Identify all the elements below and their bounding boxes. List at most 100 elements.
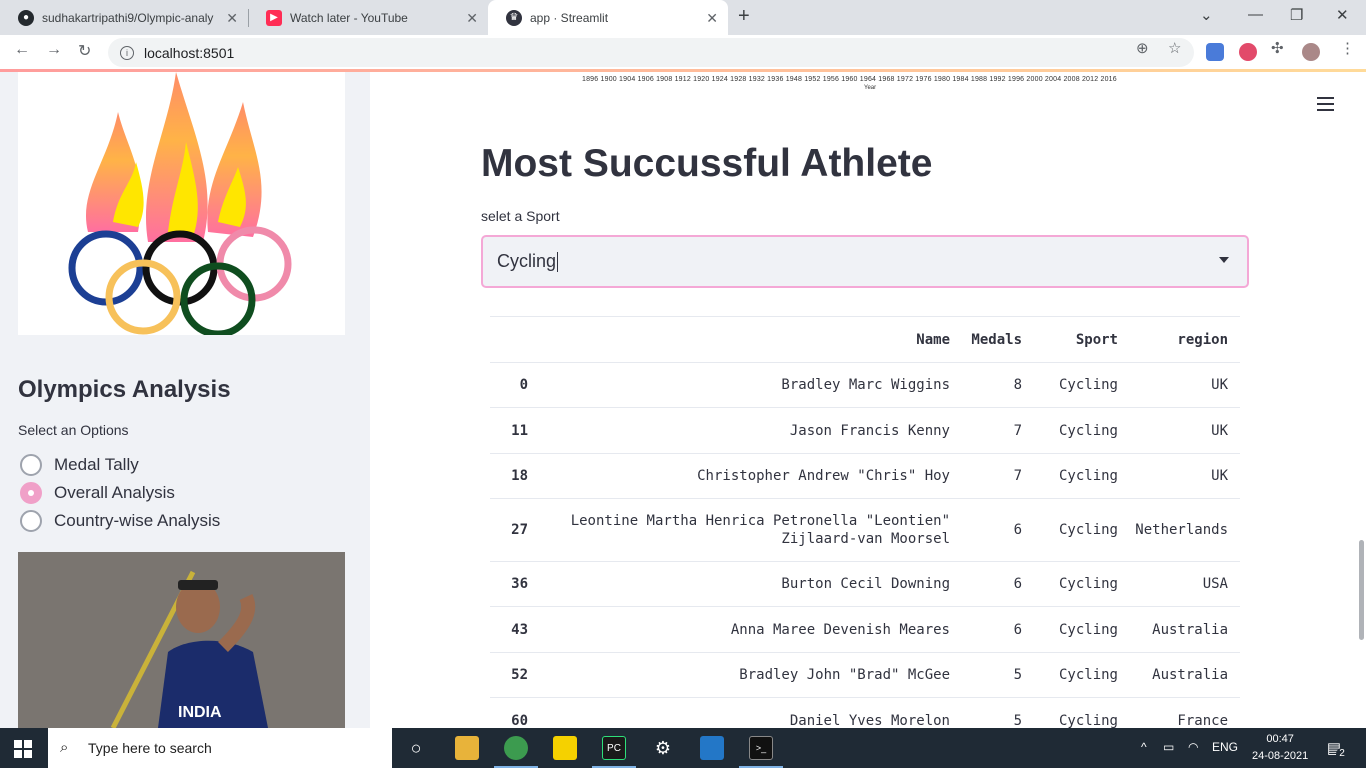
tab-github[interactable]: ● sudhakartripathi9/Olympic-analy ✕ [0, 0, 248, 35]
cell-name: Leontine Martha Henrica Petronella "Leon… [570, 513, 950, 547]
url-text: localhost:8501 [144, 44, 235, 61]
zoom-icon[interactable]: ⊕ [1136, 39, 1149, 57]
close-icon[interactable]: ✕ [466, 10, 478, 27]
clock-date: 24-08-2021 [1252, 750, 1309, 762]
address-bar[interactable]: i localhost:8501 [108, 38, 1194, 67]
wifi-icon[interactable]: ◠ [1188, 740, 1198, 754]
column-header-sport[interactable]: Sport [1032, 332, 1118, 348]
task-view-icon[interactable]: ○ [404, 736, 428, 760]
table-row: 0 Bradley Marc Wiggins 8 Cycling UK [490, 363, 1240, 408]
forward-icon[interactable]: → [46, 41, 62, 59]
new-tab-icon[interactable]: + [738, 5, 750, 28]
cell-region: Australia [1152, 621, 1228, 638]
taskbar-search-placeholder: Type here to search [88, 740, 212, 756]
maximize-icon[interactable]: ❐ [1290, 6, 1303, 24]
extension-icon[interactable] [1239, 43, 1257, 61]
windows-start-icon[interactable] [14, 740, 32, 763]
settings-gear-icon[interactable]: ⚙ [651, 736, 675, 760]
profile-avatar[interactable] [1302, 43, 1320, 61]
translate-extension-icon[interactable] [1206, 43, 1224, 61]
youtube-icon: ▶ [266, 9, 282, 26]
taskbar-search-input[interactable]: ⌕ Type here to search [48, 728, 392, 768]
chrome-icon[interactable] [504, 736, 528, 760]
main-content: 1896 1900 1904 1906 1908 1912 1920 1924 … [370, 72, 1366, 728]
table-row: 36 Burton Cecil Downing 6 Cycling USA [490, 562, 1240, 607]
cell-sport: Cycling [1058, 468, 1118, 484]
cell-region: USA [1202, 576, 1228, 592]
back-icon[interactable]: ← [14, 41, 30, 59]
window-close-icon[interactable]: ✕ [1336, 6, 1349, 24]
radio-label: Country-wise Analysis [54, 511, 221, 530]
cell-medals: 5 [1013, 712, 1022, 729]
github-icon: ● [18, 9, 34, 26]
row-index: 36 [511, 576, 528, 592]
streamlit-icon: ♛ [506, 9, 522, 26]
puzzle-extensions-icon[interactable]: ✣ [1271, 39, 1284, 57]
browser-toolbar: ← → ↻ i localhost:8501 ⊕ ☆ ✣ ⋮ [0, 35, 1366, 69]
athlete-photo: INDIA [18, 552, 345, 728]
page-scrollbar[interactable] [1359, 540, 1364, 640]
cell-sport: Cycling [1058, 576, 1118, 592]
table-row: 52 Bradley John "Brad" McGee 5 Cycling A… [490, 653, 1240, 698]
notification-count-badge: 2 [1336, 748, 1348, 760]
cell-name: Daniel Yves Morelon [789, 712, 950, 729]
cell-sport: Cycling [1058, 377, 1118, 393]
tab-youtube[interactable]: ▶ Watch later - YouTube ✕ [248, 0, 488, 35]
row-index: 27 [511, 522, 528, 538]
radio-overall-analysis[interactable]: Overall Analysis [20, 482, 175, 504]
show-hidden-icons-icon[interactable]: ^ [1141, 740, 1147, 754]
page-heading: Most Succussful Athlete [481, 142, 933, 185]
tab-label: app · Streamlit [530, 10, 609, 25]
reload-icon[interactable]: ↻ [78, 41, 91, 61]
column-header-name[interactable]: Name [540, 332, 960, 348]
chevron-down-icon[interactable] [1219, 257, 1229, 263]
cell-sport: Cycling [1058, 621, 1118, 638]
bookmark-star-icon[interactable]: ☆ [1168, 39, 1181, 57]
radio-button-selected[interactable] [20, 482, 42, 504]
column-header-region[interactable]: region [1118, 332, 1240, 348]
cell-medals: 6 [1013, 576, 1022, 592]
table-header-row: Name Medals Sport region [490, 317, 1240, 363]
cell-name: Anna Maree Devenish Meares [730, 621, 950, 638]
radio-button[interactable] [20, 510, 42, 532]
profile-menu-icon[interactable]: ⌄ [1200, 6, 1213, 24]
sport-select[interactable]: Cycling [481, 235, 1249, 288]
search-icon: ⌕ [60, 739, 69, 756]
radio-label: Medal Tally [54, 455, 139, 474]
sticky-notes-icon[interactable] [553, 736, 577, 760]
row-index: 60 [511, 712, 528, 729]
cell-sport: Cycling [1058, 712, 1118, 729]
athlete-table: Name Medals Sport region 0 Bradley Marc … [490, 316, 1240, 728]
vscode-icon[interactable] [700, 736, 724, 760]
cell-name: Burton Cecil Downing [781, 576, 950, 592]
cell-name: Bradley John "Brad" McGee [739, 667, 950, 683]
file-explorer-icon[interactable] [455, 736, 479, 760]
minimize-icon[interactable]: — [1248, 6, 1263, 23]
row-index: 0 [519, 377, 528, 393]
close-icon[interactable]: ✕ [226, 10, 238, 27]
pycharm-icon[interactable]: PC [602, 736, 626, 760]
tab-streamlit[interactable]: ♛ app · Streamlit ✕ [488, 0, 728, 35]
table-row: 60 Daniel Yves Morelon 5 Cycling France [490, 698, 1240, 729]
site-info-icon[interactable]: i [120, 45, 134, 60]
language-indicator[interactable]: ENG [1212, 740, 1238, 754]
radio-button[interactable] [20, 454, 42, 476]
cell-region: UK [1211, 377, 1228, 393]
cell-medals: 8 [1013, 377, 1022, 393]
olympic-logo [18, 72, 345, 338]
close-icon[interactable]: ✕ [706, 10, 718, 27]
taskbar-clock[interactable]: 00:47 24-08-2021 [1252, 731, 1308, 765]
hamburger-menu-icon[interactable] [1317, 97, 1334, 115]
radio-country-wise-analysis[interactable]: Country-wise Analysis [20, 510, 220, 532]
tab-label: Watch later - YouTube [290, 10, 408, 25]
row-index: 18 [511, 468, 528, 484]
browser-menu-icon[interactable]: ⋮ [1340, 39, 1355, 57]
radio-medal-tally[interactable]: Medal Tally [20, 454, 139, 476]
table-row: 43 Anna Maree Devenish Meares 6 Cycling … [490, 607, 1240, 653]
sport-select-value: Cycling [497, 251, 557, 271]
column-header-medals[interactable]: Medals [960, 332, 1032, 348]
battery-icon[interactable]: ▭ [1163, 740, 1174, 754]
cell-name: Bradley Marc Wiggins [781, 377, 950, 393]
terminal-icon[interactable]: >_ [749, 736, 773, 760]
chart-x-tick-labels: 1896 1900 1904 1906 1908 1912 1920 1924 … [582, 76, 1117, 83]
